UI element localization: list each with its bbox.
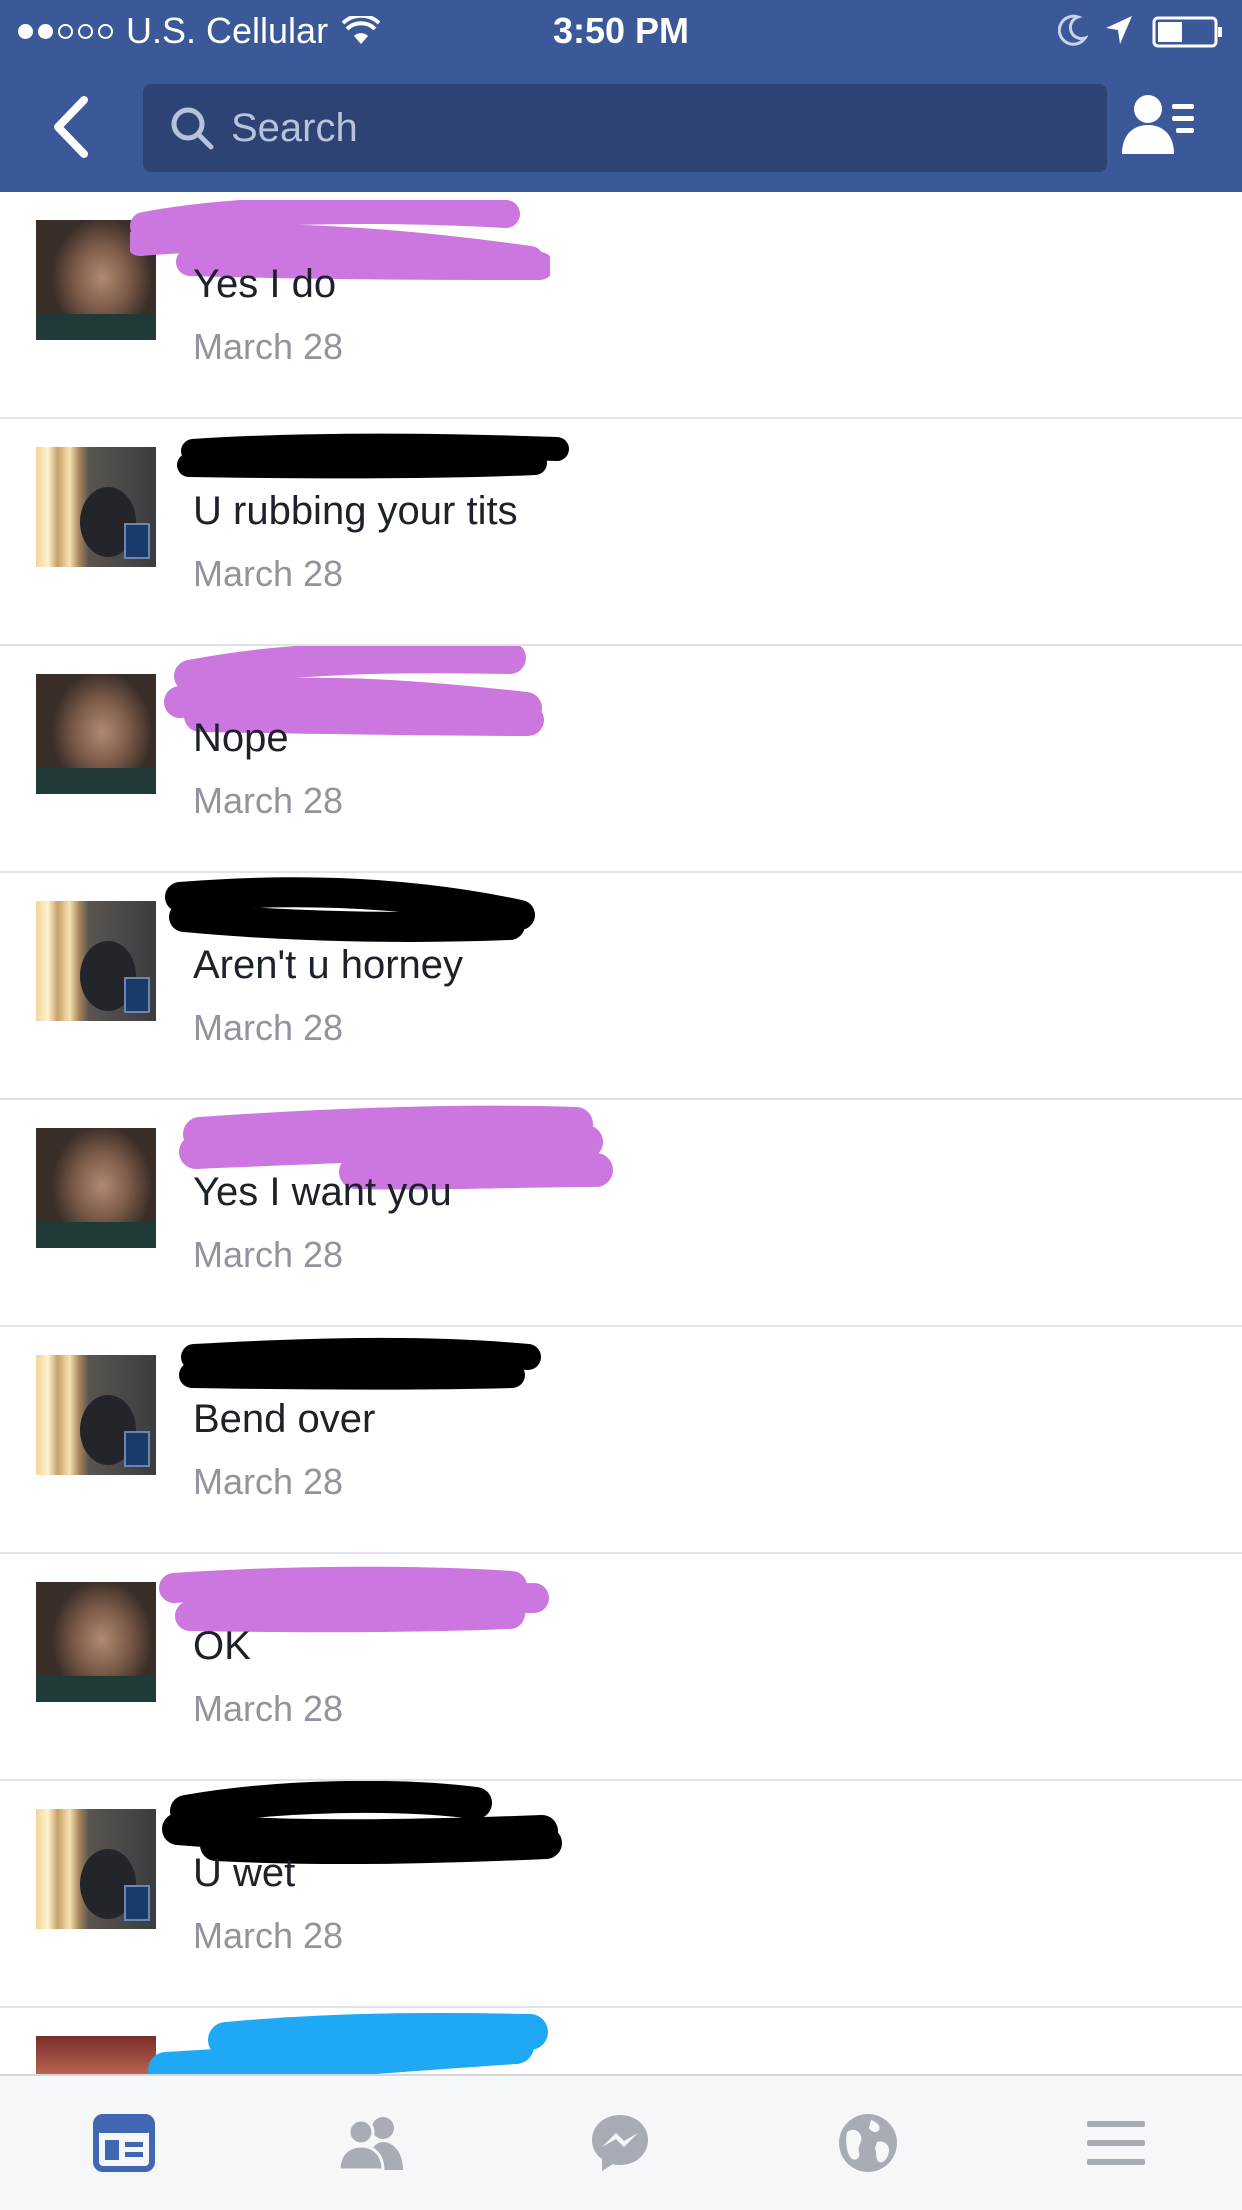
messenger-icon (592, 2115, 648, 2171)
result-row[interactable]: Yes I want you March 28 (0, 1100, 1242, 1327)
menu-icon (1087, 2121, 1145, 2165)
battery-icon (1152, 16, 1222, 48)
news-feed-icon (93, 2114, 155, 2172)
message-snippet: U wet (193, 1851, 296, 1895)
result-row[interactable]: Aren't u horney March 28 (0, 873, 1242, 1100)
message-date: March 28 (193, 326, 344, 367)
notifications-globe-icon (839, 2114, 897, 2172)
tab-bar (0, 2074, 1242, 2210)
message-date: March 28 (193, 1234, 344, 1275)
message-snippet: Nope (193, 716, 289, 760)
status-time: 3:50 PM (552, 10, 690, 51)
result-row[interactable]: Bend over March 28 (0, 1327, 1242, 1554)
nav-bar (0, 62, 1242, 192)
friends-settings-icon (1122, 95, 1194, 154)
avatar (36, 674, 156, 794)
message-date: March 28 (193, 1007, 344, 1048)
message-snippet: Bend over (193, 1397, 376, 1441)
avatar (36, 1128, 156, 1248)
search-icon (171, 107, 214, 150)
result-row[interactable]: U rubbing your tits March 28 (0, 419, 1242, 646)
message-snippet: Yes I want you (193, 1170, 452, 1214)
message-date: March 28 (193, 1461, 344, 1502)
friends-settings-button[interactable] (1120, 92, 1200, 162)
message-date: March 28 (193, 1915, 344, 1956)
friend-requests-icon (337, 2117, 403, 2172)
tab-menu[interactable] (992, 2076, 1240, 2210)
name-redaction (148, 2012, 548, 2074)
message-date: March 28 (193, 780, 344, 821)
tab-notifications[interactable] (744, 2076, 992, 2210)
name-redaction (179, 1337, 541, 1390)
status-bar: U.S. Cellular 3:50 PM (0, 0, 1242, 62)
name-redaction (177, 433, 569, 479)
avatar (36, 1809, 156, 1929)
message-snippet: Yes I do (193, 262, 337, 306)
tab-messenger[interactable] (496, 2076, 744, 2210)
tab-friend-requests[interactable] (248, 2076, 496, 2210)
location-arrow-icon (1106, 16, 1132, 44)
tab-news-feed[interactable] (0, 2076, 248, 2210)
avatar (36, 1355, 156, 1475)
result-row[interactable]: OK March 28 (0, 1554, 1242, 1781)
search-box[interactable] (143, 84, 1107, 172)
message-snippet: OK (193, 1624, 251, 1668)
header: U.S. Cellular 3:50 PM (0, 0, 1242, 192)
message-snippet: Aren't u horney (193, 943, 464, 987)
search-input[interactable] (229, 104, 1093, 152)
message-date: March 28 (193, 1688, 344, 1729)
result-row[interactable]: Nope March 28 (0, 646, 1242, 873)
result-row[interactable]: U wet March 28 (0, 1781, 1242, 2008)
back-button[interactable] (44, 92, 104, 162)
search-results-list: Yes I do March 28 U rubbing your tits Ma… (0, 192, 1242, 2074)
avatar (36, 1582, 156, 1702)
chevron-left-icon (54, 96, 88, 158)
avatar (36, 447, 156, 567)
message-snippet: U rubbing your tits (193, 489, 518, 533)
result-row[interactable] (0, 2008, 1242, 2074)
result-row[interactable]: Yes I do March 28 (0, 192, 1242, 419)
message-date: March 28 (193, 553, 344, 594)
do-not-disturb-moon-icon (1058, 14, 1088, 46)
avatar (36, 901, 156, 1021)
